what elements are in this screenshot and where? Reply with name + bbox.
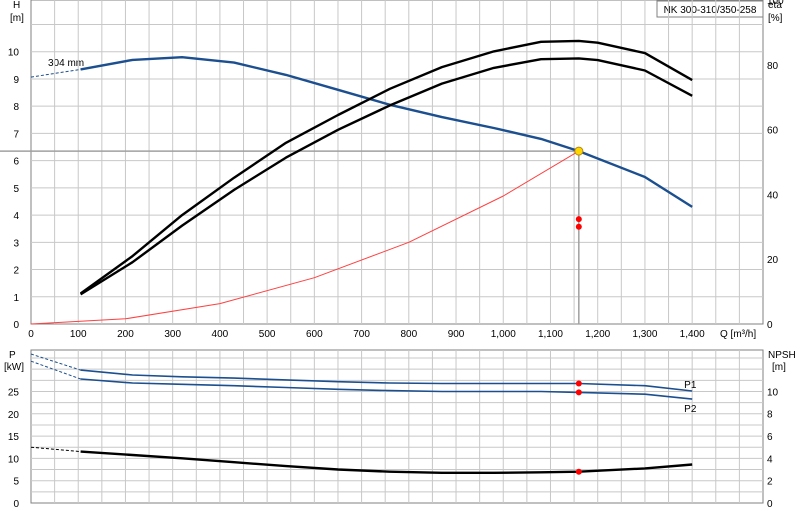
top-left-tick-label: 10: [8, 48, 20, 59]
top-x-axis-label: Q [m³/h]: [720, 329, 756, 340]
x-tick-label: 600: [306, 329, 323, 340]
x-tick-label: 1,400: [680, 329, 705, 340]
top-left-tick-label: 5: [13, 184, 19, 195]
x-tick-label: 700: [353, 329, 370, 340]
bottom-right-tick-label: 8: [767, 410, 773, 421]
top-plot-frame: [30, 0, 764, 325]
top-left-tick-label: 8: [13, 102, 19, 113]
bottom-right-tick-label: 6: [767, 432, 773, 443]
x-tick-label: 100: [70, 329, 87, 340]
pump-performance-chart: NK 300-310/350-258 H [m] eta [%] Q [m³/h…: [0, 0, 800, 520]
bottom-left-tick-label: 25: [8, 387, 20, 398]
x-tick-label: 1,100: [538, 329, 563, 340]
bottom-right-tick-label: 0: [767, 499, 773, 510]
bottom-curve-5: [30, 446, 81, 453]
bottom-right-tick-label: 10: [767, 387, 779, 398]
bottom-right-tick-label: 2: [767, 477, 773, 488]
bottom-duty-marker: [575, 380, 582, 387]
top-duty-marker: [575, 216, 582, 223]
bottom-duty-marker: [575, 389, 582, 396]
top-curve-1: [30, 68, 81, 78]
bottom-plot-frame: [30, 349, 764, 504]
top-left-tick-label: 2: [13, 266, 19, 277]
bottom-duty-marker: [575, 468, 582, 475]
chart-canvas: NK 300-310/350-258 H [m] eta [%] Q [m³/h…: [0, 0, 796, 510]
top-left-tick-label: 9: [13, 75, 19, 86]
bottom-right-axis-label: NPSH: [768, 350, 796, 361]
bottom-right-axis-unit: [m]: [772, 362, 786, 373]
x-tick-label: 900: [448, 329, 465, 340]
bottom-series-label: P1: [684, 380, 697, 391]
chart-title: NK 300-310/350-258: [664, 5, 757, 16]
bottom-curve-2: [30, 353, 81, 371]
top-right-axis-unit: [%]: [768, 13, 783, 24]
top-right-tick-label: 100: [767, 0, 784, 7]
x-tick-label: 1,000: [491, 329, 516, 340]
bottom-left-tick-label: 10: [8, 454, 20, 465]
x-tick-label: 400: [212, 329, 229, 340]
bottom-left-tick-label: 15: [8, 432, 20, 443]
bottom-curve-3: [30, 360, 81, 380]
top-left-tick-label: 6: [13, 157, 19, 168]
top-right-tick-label: 80: [767, 61, 779, 72]
bottom-left-tick-label: 0: [13, 499, 19, 510]
top-duty-marker: [575, 223, 582, 230]
x-tick-label: 1,300: [632, 329, 657, 340]
top-y-axis-label: H: [13, 0, 20, 11]
top-left-tick-label: 0: [13, 320, 19, 331]
x-tick-label: 500: [259, 329, 276, 340]
x-tick-label: 0: [28, 329, 34, 340]
bottom-left-tick-label: 5: [13, 477, 19, 488]
top-left-tick-label: 4: [13, 211, 19, 222]
bottom-series-label: P2: [684, 404, 697, 415]
top-right-tick-label: 60: [767, 126, 779, 137]
bottom-y-axis-unit: [kW]: [4, 362, 24, 373]
top-right-tick-label: 0: [767, 320, 773, 331]
top-duty-marker: [574, 146, 584, 156]
top-right-tick-label: 20: [767, 255, 779, 266]
top-left-tick-label: 1: [13, 293, 19, 304]
bottom-y-axis-label: P: [9, 350, 16, 361]
top-left-tick-label: 3: [13, 238, 19, 249]
x-tick-label: 200: [117, 329, 134, 340]
top-right-tick-label: 40: [767, 190, 779, 201]
x-tick-label: 1,200: [585, 329, 610, 340]
top-y-axis-unit: [m]: [10, 13, 24, 24]
top-curve-4: [30, 150, 580, 325]
top-left-tick-label: 7: [13, 129, 19, 140]
bottom-left-tick-label: 20: [8, 410, 20, 421]
x-tick-label: 800: [400, 329, 417, 340]
bottom-right-tick-label: 4: [767, 454, 773, 465]
x-tick-label: 300: [164, 329, 181, 340]
